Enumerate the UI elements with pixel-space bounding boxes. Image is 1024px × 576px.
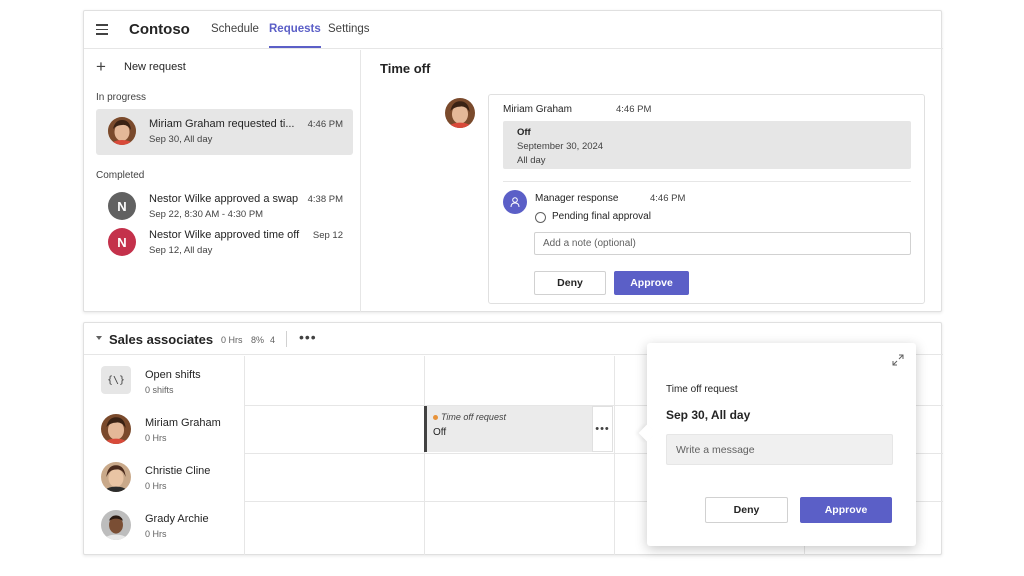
group-count: 4 <box>270 335 276 345</box>
avatar <box>101 462 131 492</box>
request-list: + New request In progress Miriam Graham … <box>84 50 361 312</box>
tab-settings[interactable]: Settings <box>328 23 370 35</box>
completed-heading: Completed <box>96 170 145 181</box>
collapse-caret-icon[interactable] <box>96 336 102 340</box>
plus-icon: + <box>96 57 106 76</box>
request-subtitle: Sep 30, All day <box>149 134 213 145</box>
new-request-button[interactable]: + New request <box>96 57 186 76</box>
request-subtitle: Sep 22, 8:30 AM - 4:30 PM <box>149 209 264 220</box>
time-off-popover: Time off request Sep 30, All day Deny Ap… <box>638 343 916 546</box>
manager-response-time: 4:46 PM <box>650 193 686 204</box>
row-subtitle: 0 Hrs <box>145 433 167 443</box>
request-time: 4:46 PM <box>616 104 652 115</box>
open-shifts-icon: {\} <box>101 366 131 394</box>
deny-button[interactable]: Deny <box>705 497 788 523</box>
row-name: Grady Archie <box>145 513 209 525</box>
requests-panel: Contoso Schedule Requests Settings + New… <box>83 10 943 312</box>
request-time: 4:38 PM <box>307 194 343 205</box>
request-item-miriam-graham[interactable]: Miriam Graham requested ti... Sep 30, Al… <box>96 109 353 155</box>
request-time: Sep 12 <box>312 230 343 241</box>
shift-subtitle: Off <box>433 427 447 438</box>
avatar <box>108 117 136 145</box>
off-date: September 30, 2024 <box>517 141 604 152</box>
group-percent: 8% <box>251 335 265 345</box>
manager-icon <box>503 190 527 214</box>
row-name: Miriam Graham <box>145 417 221 429</box>
expand-icon[interactable] <box>892 353 904 366</box>
note-input[interactable] <box>534 232 911 255</box>
row-name: Open shifts <box>145 369 201 381</box>
group-name: Sales associates <box>109 332 214 347</box>
avatar <box>445 98 475 128</box>
shift-label: Time off request <box>441 412 506 422</box>
row-subtitle: 0 Hrs <box>145 481 167 491</box>
time-off-shift[interactable]: Time off request Off <box>424 406 613 452</box>
avatar <box>101 510 131 540</box>
popover-title: Time off request <box>666 384 738 395</box>
request-item-nestor-time-off[interactable]: N Nestor Wilke approved time off Sep 12,… <box>96 220 353 266</box>
shift-more-options-icon[interactable]: ••• <box>592 406 613 452</box>
row-subtitle: 0 shifts <box>145 385 174 395</box>
avatar: N <box>108 228 136 256</box>
request-detail: Time off Miriam Graham 4:46 PM Off Septe… <box>362 50 942 312</box>
row-subtitle: 0 Hrs <box>145 529 167 539</box>
requester-name: Miriam Graham <box>503 104 572 115</box>
popover-date: Sep 30, All day <box>666 408 751 422</box>
message-input[interactable] <box>666 434 893 465</box>
request-title: Miriam Graham requested ti... <box>149 118 295 130</box>
request-subtitle: Sep 12, All day <box>149 245 213 256</box>
deny-button[interactable]: Deny <box>534 271 606 295</box>
time-off-summary: Off September 30, 2024 All day <box>503 121 911 169</box>
top-navigation-bar: Contoso Schedule Requests Settings <box>84 11 943 49</box>
pending-dot-icon <box>433 415 438 420</box>
off-label: Off <box>517 127 531 138</box>
divider <box>503 181 911 182</box>
request-time: 4:46 PM <box>307 119 343 130</box>
in-progress-heading: In progress <box>96 92 147 103</box>
hamburger-menu-icon[interactable] <box>96 24 108 35</box>
tab-schedule[interactable]: Schedule <box>211 23 259 35</box>
row-name: Christie Cline <box>145 465 211 477</box>
off-duration: All day <box>517 155 546 166</box>
request-card: Miriam Graham 4:46 PM Off September 30, … <box>488 94 925 304</box>
avatar <box>101 414 131 444</box>
approve-button[interactable]: Approve <box>800 497 892 523</box>
more-options-icon[interactable]: ••• <box>299 329 317 345</box>
new-request-label: New request <box>124 61 186 73</box>
grid-line <box>614 356 615 555</box>
divider <box>286 331 287 347</box>
avatar: N <box>108 192 136 220</box>
approve-button[interactable]: Approve <box>614 271 689 295</box>
tab-requests[interactable]: Requests <box>269 23 321 48</box>
pending-radio-icon <box>535 212 546 223</box>
detail-title: Time off <box>380 61 431 76</box>
brand-title: Contoso <box>129 21 190 38</box>
group-hours: 0 Hrs <box>221 335 243 345</box>
approval-status: Pending final approval <box>552 211 651 222</box>
request-title: Nestor Wilke approved a swap <box>149 193 299 205</box>
manager-response-label: Manager response <box>535 193 619 204</box>
request-title: Nestor Wilke approved time off <box>149 229 300 241</box>
grid-line <box>424 356 425 555</box>
